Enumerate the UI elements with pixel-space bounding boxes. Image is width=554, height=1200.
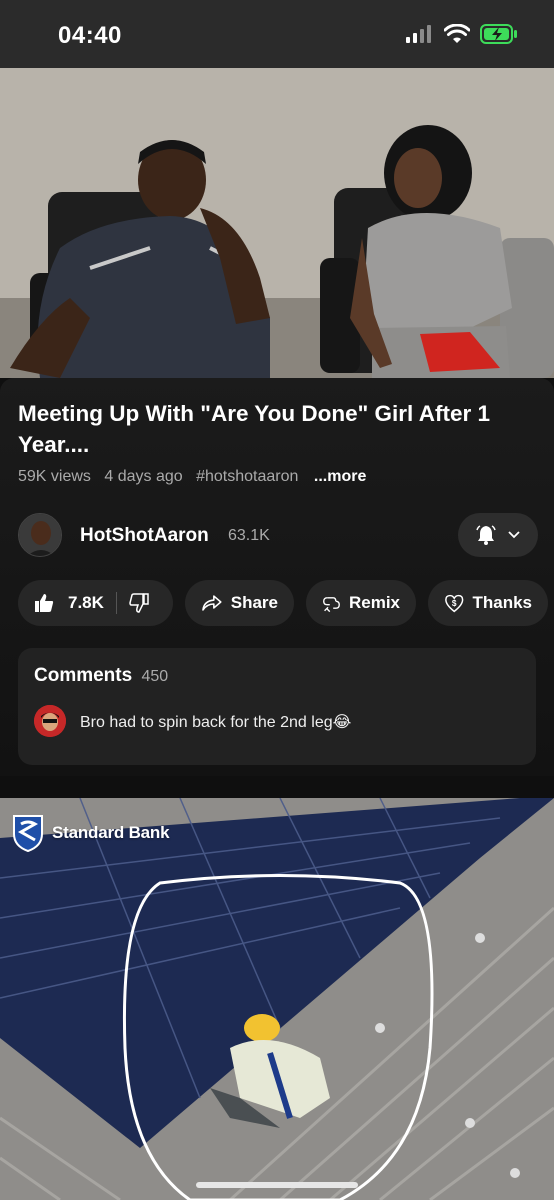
- ad-brand-name: Standard Bank: [52, 823, 170, 842]
- channel-name[interactable]: HotShotAaron: [80, 525, 209, 547]
- status-time: 04:40: [58, 22, 122, 49]
- status-bar: 04:40: [0, 0, 554, 68]
- chevron-down-icon: [508, 531, 520, 539]
- battery-charging-icon: [480, 24, 517, 44]
- divider: [115, 592, 117, 614]
- share-label: Share: [230, 593, 278, 612]
- home-indicator[interactable]: [196, 1182, 358, 1188]
- wifi-icon: [444, 24, 470, 43]
- channel-row[interactable]: HotShotAaron 63.1K: [18, 513, 538, 559]
- ad-banner[interactable]: Standard Bank: [0, 798, 554, 1200]
- subscriber-count: 63.1K: [228, 527, 270, 544]
- like-dislike-button[interactable]: 7.8K: [18, 580, 173, 626]
- cellular-signal-icon: [406, 25, 431, 43]
- thanks-icon: $: [445, 594, 464, 613]
- bell-icon: [476, 525, 496, 545]
- comments-section[interactable]: Comments 450 Bro had to spin back for th…: [18, 648, 536, 765]
- status-icons: [406, 24, 518, 44]
- view-count: 59K views: [18, 468, 91, 485]
- action-bar: 7.8K Share Remix $ Thanks: [18, 580, 548, 626]
- comments-count: 450: [141, 668, 169, 685]
- video-meta[interactable]: 59K views 4 days ago #hotshotaaron ...mo…: [18, 468, 375, 486]
- thanks-button[interactable]: $ Thanks: [428, 580, 548, 626]
- video-player[interactable]: [0, 68, 554, 378]
- ad-brand-logo: Standard Bank: [12, 814, 170, 852]
- comments-header: Comments 450: [34, 665, 168, 687]
- share-button[interactable]: Share: [185, 580, 294, 626]
- remix-label: Remix: [348, 593, 400, 612]
- video-thumbnail: [0, 68, 554, 378]
- thumbs-up-icon[interactable]: [34, 593, 54, 613]
- thumbs-down-icon[interactable]: [129, 593, 149, 613]
- remix-icon: [323, 597, 340, 613]
- video-title: Meeting Up With "Are You Done" Girl Afte…: [18, 401, 490, 457]
- top-comment: Bro had to spin back for the 2nd leg😂: [80, 714, 352, 731]
- hashtag-link[interactable]: #hotshotaaron: [196, 468, 298, 485]
- upload-age: 4 days ago: [104, 468, 183, 485]
- standard-bank-shield-icon: [13, 815, 43, 852]
- svg-text:$: $: [452, 598, 457, 608]
- remix-button[interactable]: Remix: [306, 580, 416, 626]
- channel-avatar[interactable]: [18, 513, 62, 557]
- ad-image: [0, 798, 554, 1200]
- thanks-label: Thanks: [472, 593, 532, 612]
- comments-heading: Comments: [34, 665, 133, 686]
- share-icon: [202, 595, 222, 611]
- commenter-avatar: [34, 705, 66, 737]
- video-details-panel: Meeting Up With "Are You Done" Girl Afte…: [0, 378, 554, 776]
- like-count: 7.8K: [68, 593, 104, 612]
- notification-bell-button[interactable]: [458, 513, 538, 557]
- more-link[interactable]: ...more: [314, 468, 366, 485]
